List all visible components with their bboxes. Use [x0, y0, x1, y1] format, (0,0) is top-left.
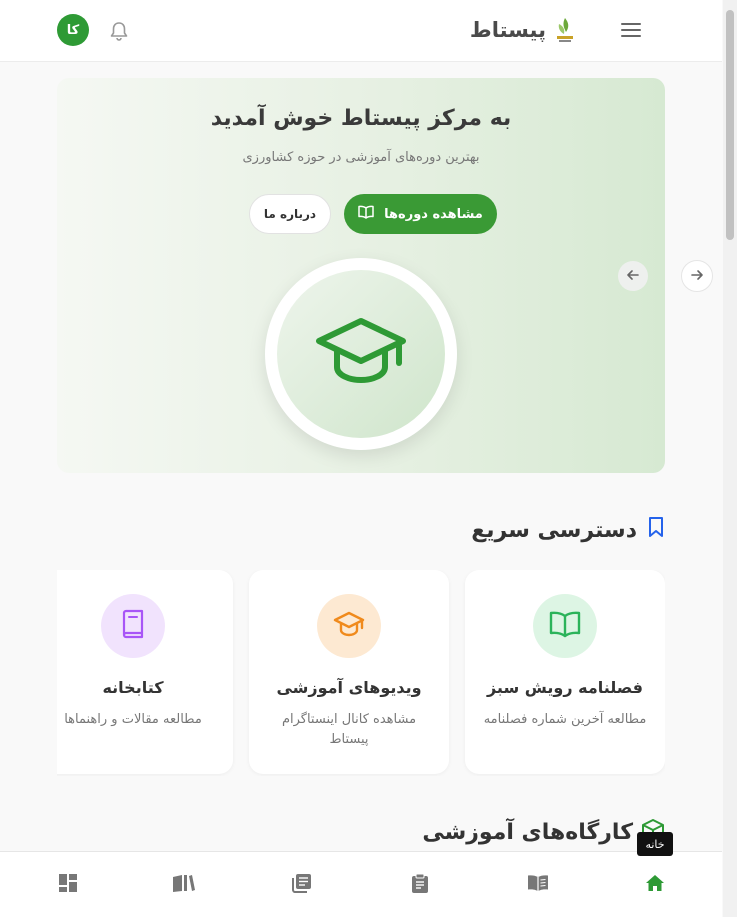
- quick-access-cards: فصلنامه رویش سبز مطالعه آخرین شماره فصلن…: [57, 570, 665, 776]
- card-description: مطالعه مقالات و راهنماها: [64, 712, 202, 727]
- dashboard-icon: [58, 873, 78, 897]
- nav-home[interactable]: [644, 874, 666, 896]
- hamburger-icon[interactable]: [620, 19, 642, 41]
- top-header: پیستاط کا: [0, 0, 722, 62]
- graduation-cap-icon: [333, 611, 365, 641]
- quick-access-title: دسترسی سریع: [471, 517, 637, 543]
- book-icon: [120, 609, 146, 643]
- card-title: فصلنامه رویش سبز: [486, 678, 644, 697]
- carousel-prev-button[interactable]: [618, 261, 648, 291]
- home-icon: [645, 874, 665, 896]
- card-title: کتابخانه: [102, 678, 164, 697]
- nav-library[interactable]: [173, 874, 195, 896]
- open-book-icon: [358, 205, 374, 223]
- brand[interactable]: پیستاط: [470, 16, 576, 44]
- arrow-left-icon: [626, 267, 640, 286]
- workshops-heading: کارگاه‌های آموزشی: [422, 818, 665, 846]
- view-courses-button[interactable]: مشاهده دوره‌ها: [344, 194, 497, 234]
- nav-dashboard[interactable]: [57, 874, 79, 896]
- about-us-button[interactable]: درباره ما: [249, 194, 331, 234]
- nav-quarterly[interactable]: [527, 874, 549, 896]
- newspaper-icon: [292, 873, 312, 897]
- library-icon: [172, 873, 196, 897]
- clipboard-icon: [411, 873, 429, 897]
- scrollbar[interactable]: [723, 0, 737, 917]
- workshops-title: کارگاه‌های آموزشی: [422, 819, 633, 845]
- library-card[interactable]: کتابخانه مطالعه مقالات و راهنماها: [57, 570, 233, 774]
- arrow-right-icon: [690, 267, 704, 286]
- hero-banner: به مرکز پیستاط خوش آمدید بهترین دوره‌های…: [57, 78, 665, 473]
- quick-access-heading: دسترسی سریع: [471, 516, 665, 544]
- bookmark-icon: [647, 516, 665, 544]
- card-title: ویدیوهای آموزشی: [276, 678, 422, 697]
- view-courses-label: مشاهده دوره‌ها: [384, 206, 483, 222]
- card-description: مشاهده کانال اینستاگرام پیستاط: [281, 712, 417, 747]
- hero-subtitle: بهترین دوره‌های آموزشی در حوزه کشاورزی: [242, 150, 480, 165]
- graduation-cap-icon: [315, 317, 407, 391]
- open-book-icon: [527, 874, 549, 896]
- hero-illustration: [265, 258, 457, 450]
- carousel-next-button[interactable]: [681, 260, 713, 292]
- scrollbar-thumb[interactable]: [726, 10, 734, 240]
- open-book-icon: [549, 610, 581, 642]
- avatar[interactable]: کا: [57, 14, 89, 46]
- card-description: مطالعه آخرین شماره فصلنامه: [483, 712, 647, 727]
- bottom-navigation: [0, 851, 722, 917]
- bell-icon[interactable]: [108, 20, 130, 42]
- nav-courses[interactable]: [409, 873, 431, 897]
- nav-articles[interactable]: [291, 874, 313, 896]
- videos-card[interactable]: ویدیوهای آموزشی مشاهده کانال اینستاگرام …: [249, 570, 449, 774]
- brand-name: پیستاط: [469, 18, 546, 42]
- home-tooltip: خانه: [637, 832, 673, 856]
- brand-logo: [554, 16, 576, 44]
- hero-title: به مرکز پیستاط خوش آمدید: [210, 106, 512, 131]
- quarterly-card[interactable]: فصلنامه رویش سبز مطالعه آخرین شماره فصلن…: [465, 570, 665, 774]
